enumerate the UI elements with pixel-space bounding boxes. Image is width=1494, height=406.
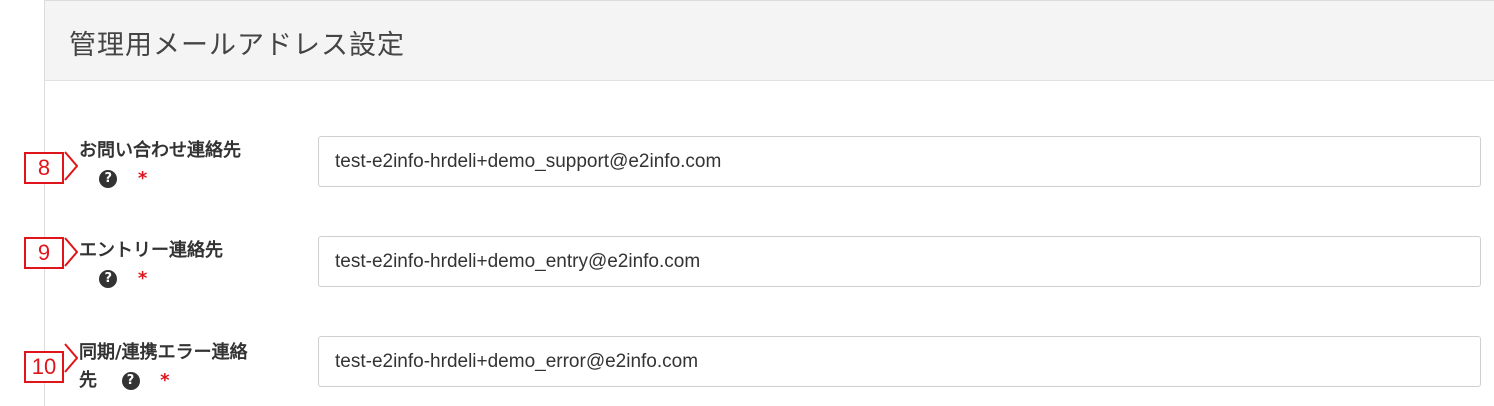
field-label-text-line2: 先 bbox=[79, 370, 97, 391]
field-label-text: 同期/連携エラー連絡 bbox=[79, 342, 248, 363]
annotation-number: 8 bbox=[37, 155, 51, 180]
required-asterisk: * bbox=[137, 168, 148, 189]
card-header: 管理用メールアドレス設定 bbox=[45, 1, 1494, 81]
inquiry-contact-email-input[interactable] bbox=[318, 136, 1481, 187]
question-circle-icon[interactable]: ? bbox=[99, 170, 118, 188]
annotation-number: 10 bbox=[31, 354, 57, 379]
field-label-text: お問い合わせ連絡先 bbox=[79, 140, 241, 161]
field-label: お問い合わせ連絡先 ? * bbox=[79, 137, 241, 193]
field-label: 同期/連携エラー連絡 先 ? * bbox=[79, 339, 248, 395]
field-row-sync-error-contact: 10 同期/連携エラー連絡 先 ? * bbox=[0, 335, 1494, 395]
question-circle-icon[interactable]: ? bbox=[99, 270, 118, 288]
required-asterisk: * bbox=[160, 370, 170, 391]
annotation-marker: 10 bbox=[24, 351, 64, 383]
required-asterisk: * bbox=[137, 268, 148, 289]
field-label: エントリー連絡先 ? * bbox=[79, 237, 223, 293]
sync-error-contact-email-input[interactable] bbox=[318, 336, 1481, 387]
annotation-marker: 8 bbox=[24, 152, 64, 184]
annotation-bracket-icon bbox=[64, 237, 78, 267]
question-circle-icon[interactable]: ? bbox=[121, 372, 140, 390]
section-title: 管理用メールアドレス設定 bbox=[69, 30, 405, 61]
entry-contact-email-input[interactable] bbox=[318, 236, 1481, 287]
field-row-inquiry-contact: 8 お問い合わせ連絡先 ? * bbox=[0, 135, 1494, 195]
annotation-bracket-icon bbox=[64, 343, 78, 373]
page: 管理用メールアドレス設定 8 お問い合わせ連絡先 ? * 9 エントリー連絡先 bbox=[0, 0, 1494, 406]
annotation-bracket-icon bbox=[64, 151, 78, 181]
field-label-text: エントリー連絡先 bbox=[79, 240, 223, 261]
annotation-marker: 9 bbox=[24, 237, 64, 269]
annotation-number: 9 bbox=[37, 240, 51, 265]
field-row-entry-contact: 9 エントリー連絡先 ? * bbox=[0, 235, 1494, 295]
